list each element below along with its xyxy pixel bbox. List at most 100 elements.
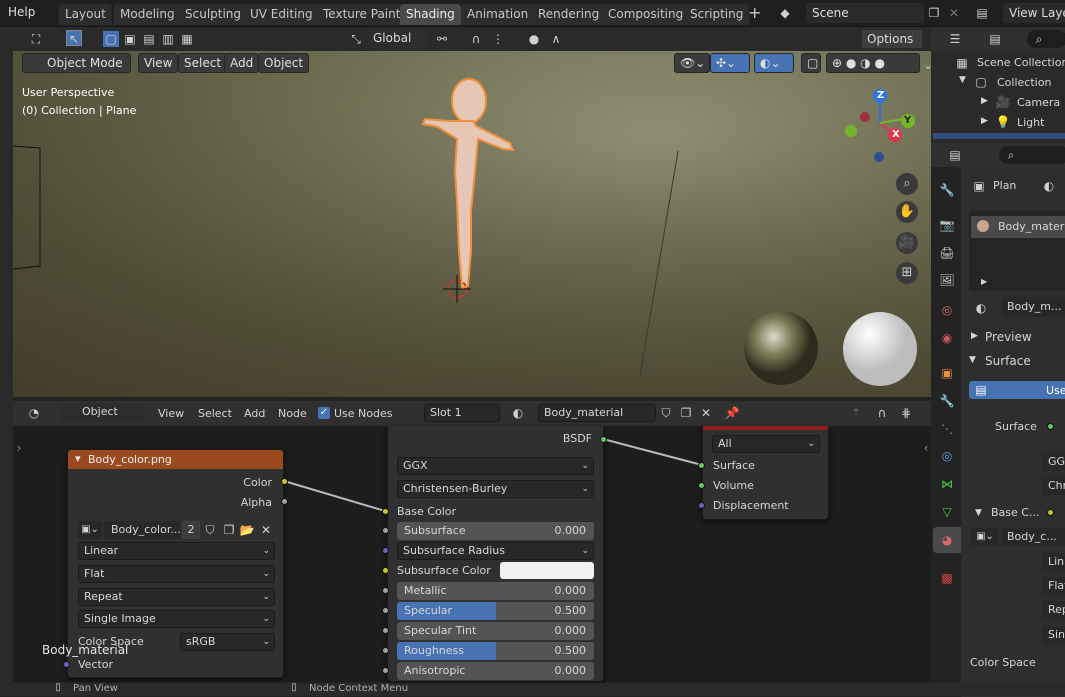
- snap-target-node-icon[interactable]: ⋕: [898, 405, 914, 421]
- image-name-field[interactable]: Body_color....: [104, 521, 180, 539]
- specular-socket[interactable]: [382, 607, 389, 614]
- output-tab-icon[interactable]: 🖨: [939, 245, 955, 261]
- scene-name-field[interactable]: Scene: [806, 3, 924, 23]
- outliner-camera[interactable]: Camera: [1017, 96, 1060, 109]
- scene-tab-icon[interactable]: ◎: [939, 302, 955, 318]
- image-alpha-socket[interactable]: [281, 498, 288, 505]
- particles-tab-icon[interactable]: ⋱: [939, 421, 955, 437]
- image-users-count[interactable]: 2: [182, 521, 200, 539]
- snap-node-icon[interactable]: ∩: [874, 405, 890, 421]
- slot-dropdown[interactable]: Slot 1: [424, 404, 500, 422]
- subsurface-color-row[interactable]: Subsurface Color: [397, 562, 594, 582]
- specular-tint-field[interactable]: Specular Tint 0.000: [397, 622, 594, 640]
- constraints-tab-icon[interactable]: ⋈: [939, 476, 955, 492]
- fake-user-shield-icon[interactable]: ⛉: [658, 405, 674, 421]
- base-color-socket[interactable]: [382, 508, 389, 515]
- tab-shading[interactable]: Shading: [400, 4, 461, 25]
- preview-panel-header[interactable]: Preview: [985, 330, 1032, 344]
- outliner-selected-row[interactable]: [933, 133, 1065, 139]
- extension-dropdown[interactable]: Repeat ⌄: [78, 588, 275, 606]
- color-space-dropdown[interactable]: sRGB ⌄: [180, 633, 275, 651]
- view-layer-tab-icon[interactable]: 🖼: [939, 272, 955, 288]
- output-target-dropdown[interactable]: All ⌄: [712, 435, 820, 453]
- select-mode-extend-icon[interactable]: ▣: [122, 31, 138, 47]
- image-open-folder-icon[interactable]: 📂: [239, 522, 255, 538]
- outliner-scene-collection[interactable]: Scene Collection: [977, 56, 1065, 69]
- editor-type-icon[interactable]: ⛶: [28, 31, 44, 47]
- prop-rep[interactable]: Rep: [1042, 601, 1065, 619]
- prop-image-field[interactable]: Body_c...: [1001, 528, 1065, 546]
- material-prop-field[interactable]: Body_m...: [1001, 297, 1065, 317]
- node-editor-type-icon[interactable]: ◔: [26, 405, 42, 421]
- prop-flat[interactable]: Flat: [1042, 577, 1065, 595]
- pivot-icon[interactable]: ⚯: [434, 31, 450, 47]
- orientation-dropdown[interactable]: Global: [368, 29, 426, 49]
- zoom-icon[interactable]: ⌕: [896, 173, 918, 195]
- subsurface-color-socket[interactable]: [382, 567, 389, 574]
- tool-tab-icon[interactable]: 🔧: [939, 182, 955, 198]
- select-mode-invert-icon[interactable]: ▥: [160, 31, 176, 47]
- gizmo-x-label[interactable]: X: [892, 129, 900, 140]
- pan-hand-icon[interactable]: ✋: [896, 201, 918, 223]
- snap-icon[interactable]: ∩: [468, 31, 484, 47]
- tab-texture-paint[interactable]: Texture Paint: [317, 4, 407, 25]
- falloff-icon[interactable]: ∧: [548, 31, 564, 47]
- render-tab-icon[interactable]: 📷: [939, 217, 955, 233]
- collapse-chevron-icon[interactable]: ▾: [75, 452, 81, 465]
- texture-tab-icon[interactable]: ▩: [939, 570, 955, 586]
- tab-compositing[interactable]: Compositing: [602, 4, 690, 25]
- parent-tree-icon[interactable]: ⇡: [848, 405, 864, 421]
- right-panel-arrow-icon[interactable]: ‹: [918, 440, 931, 456]
- prop-chr[interactable]: Chr: [1042, 477, 1065, 495]
- xray-icon[interactable]: ▢: [801, 53, 821, 73]
- tab-animation[interactable]: Animation: [461, 4, 535, 25]
- principled-bsdf-node[interactable]: BSDF GGX ⌄ Christensen-Burley ⌄ Base Color…: [387, 426, 604, 682]
- output-volume-socket[interactable]: [698, 482, 705, 489]
- tab-modeling[interactable]: Modeling: [114, 4, 181, 25]
- image-fake-user-icon[interactable]: ⛉: [202, 522, 218, 538]
- subsurface-radius-dropdown[interactable]: Subsurface Radius ⌄: [397, 542, 594, 560]
- shading-modes[interactable]: ⊕ ● ◑ ●: [826, 53, 920, 73]
- material-name-field[interactable]: Body_material: [538, 404, 656, 422]
- viewport-menu-object[interactable]: Object: [258, 53, 310, 73]
- view-layer-icon[interactable]: ▤: [974, 5, 990, 21]
- image-browse-icon[interactable]: ▣⌄: [78, 521, 102, 539]
- view-layer-field[interactable]: View Layer: [1003, 3, 1065, 23]
- subsurface-socket[interactable]: [382, 527, 389, 534]
- help-menu[interactable]: Help: [8, 5, 35, 19]
- 3d-viewport[interactable]: X Z Y ⌕ ✋ 🎥 ⊞ User Perspective (0) Colle…: [13, 51, 931, 397]
- image-vector-socket[interactable]: [63, 661, 70, 668]
- output-displacement-socket[interactable]: [698, 502, 705, 509]
- roughness-field[interactable]: Roughness 0.500: [397, 642, 594, 660]
- node-menu-add[interactable]: Add: [244, 407, 265, 420]
- node-menu-node[interactable]: Node: [278, 407, 307, 420]
- delete-scene-icon[interactable]: ✕: [946, 5, 962, 21]
- tab-scripting[interactable]: Scripting: [684, 4, 750, 25]
- outliner-type-icon[interactable]: ☰: [947, 31, 963, 47]
- scene-icon[interactable]: ◆: [777, 5, 793, 21]
- tab-layout[interactable]: Layout: [59, 4, 112, 25]
- camera-expand-icon[interactable]: ▶: [981, 96, 988, 106]
- interpolation-dropdown[interactable]: Linear ⌄: [78, 542, 275, 560]
- node-menu-view[interactable]: View: [158, 407, 184, 420]
- gizmo-y-label[interactable]: Y: [904, 115, 911, 126]
- camera-view-icon[interactable]: 🎥: [896, 232, 918, 254]
- duplicate-material-icon[interactable]: ❐: [678, 405, 694, 421]
- subsurface-method-dropdown[interactable]: Christensen-Burley ⌄: [397, 480, 594, 498]
- outliner-collection[interactable]: Collection: [997, 76, 1051, 89]
- source-dropdown[interactable]: Single Image ⌄: [78, 610, 275, 628]
- shader-type-dropdown[interactable]: Object: [61, 404, 145, 422]
- left-panel-arrow-icon[interactable]: ›: [13, 440, 27, 456]
- material-tab-icon[interactable]: ◕: [939, 532, 955, 548]
- metallic-socket[interactable]: [382, 587, 389, 594]
- object-tab-icon[interactable]: ▣: [939, 365, 955, 381]
- gizmo-z-label[interactable]: Z: [877, 90, 884, 101]
- select-tool-icon[interactable]: ↖: [66, 30, 82, 46]
- object-mode-dropdown[interactable]: Object Mode: [22, 53, 131, 73]
- viewport-menu-view[interactable]: View: [138, 53, 179, 73]
- data-tab-icon[interactable]: ▽: [939, 504, 955, 520]
- outliner-light[interactable]: Light: [1017, 116, 1044, 129]
- options-dropdown[interactable]: Options: [861, 29, 923, 49]
- surface-panel-header[interactable]: Surface: [985, 354, 1031, 368]
- specular-field[interactable]: Specular 0.500: [397, 602, 594, 620]
